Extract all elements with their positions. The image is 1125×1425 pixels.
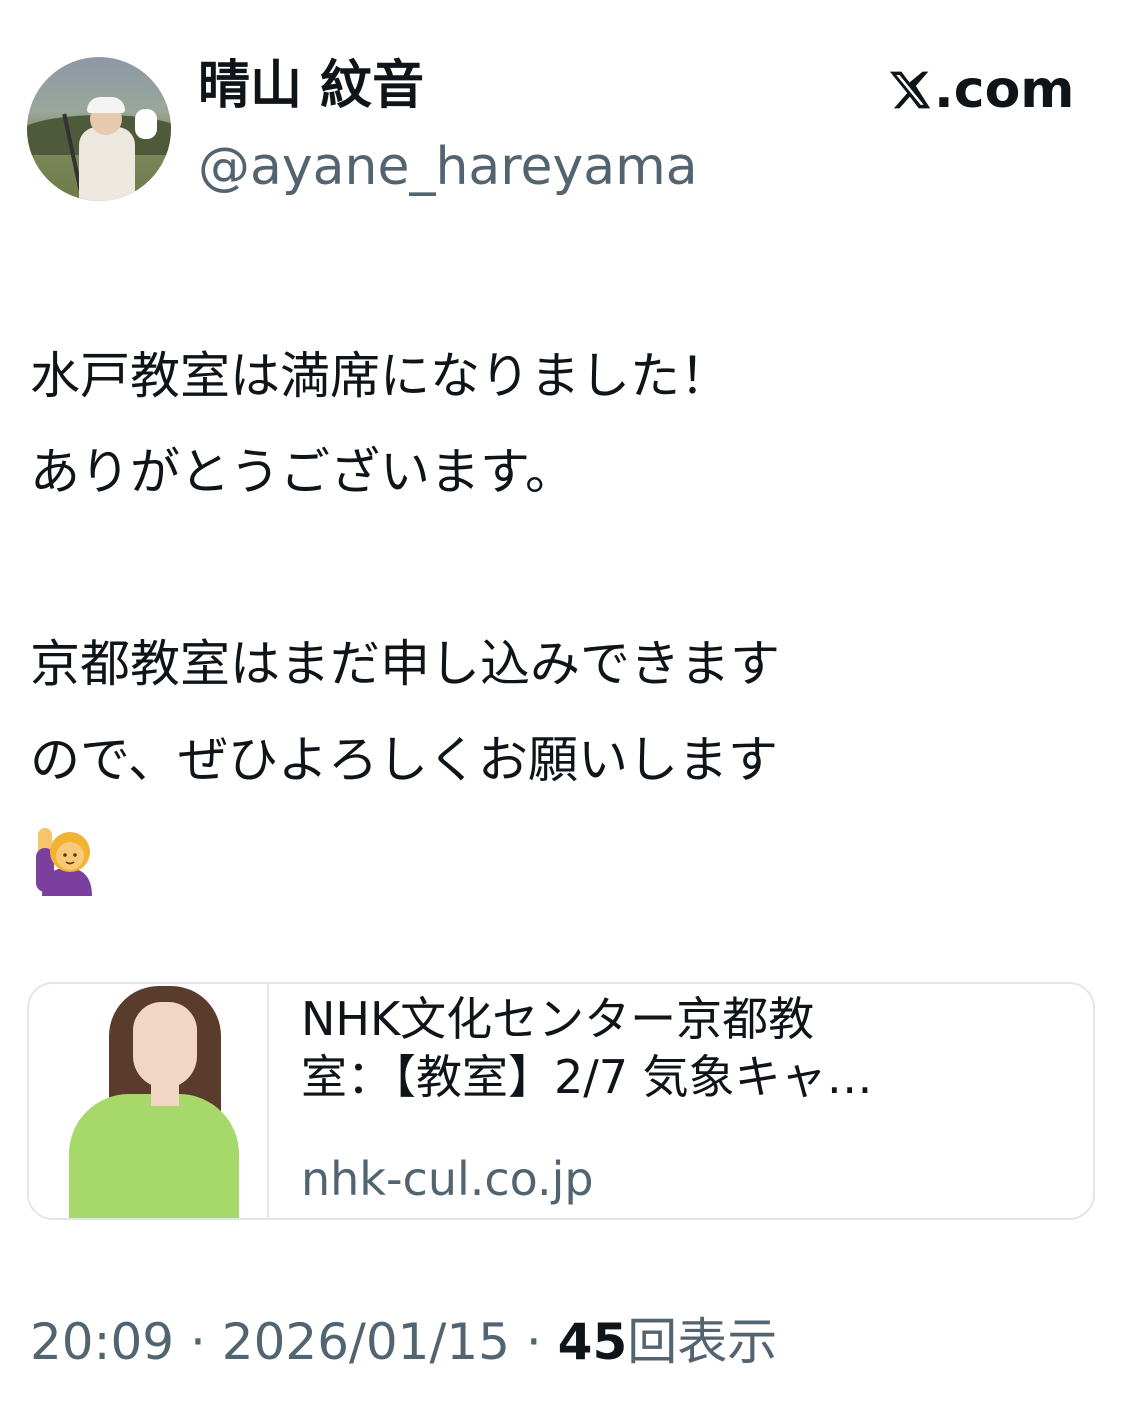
link-card-domain: nhk-cul.co.jp xyxy=(301,1152,594,1206)
author-display-name[interactable]: 晴山 紋音 xyxy=(198,54,424,118)
tweet-text: 水戸教室は満席になりました！ ありがとうございます。 京都教室はまだ申し込みでき… xyxy=(30,328,1095,808)
author-avatar[interactable] xyxy=(27,57,171,201)
x-logo-icon xyxy=(889,71,931,109)
views-label: 回表示 xyxy=(627,1313,778,1371)
tweet-time[interactable]: 20:09 xyxy=(30,1313,174,1371)
person-raising-hand-emoji xyxy=(36,828,92,896)
thumb-shirt xyxy=(69,1094,239,1218)
brand-label: .com xyxy=(934,60,1075,120)
avatar-person-body xyxy=(79,127,135,201)
link-card-title: NHK文化センター京都教 室：【教室】2/7 気象キャ… xyxy=(301,990,1061,1106)
link-card[interactable]: NHK文化センター京都教 室：【教室】2/7 気象キャ… nhk-cul.co.… xyxy=(27,982,1095,1220)
tweet-date[interactable]: 2026/01/15 xyxy=(222,1313,510,1371)
author-handle[interactable]: @ayane_hareyama xyxy=(198,135,698,199)
link-card-title-line: NHK文化センター京都教 xyxy=(301,992,815,1046)
tweet-meta: 20:09 · 2026/01/15 · 45回表示 xyxy=(30,1310,777,1374)
link-card-title-line: 室：【教室】2/7 気象キャ… xyxy=(301,1050,873,1104)
link-card-thumbnail xyxy=(29,984,269,1218)
views-count: 45 xyxy=(557,1313,628,1371)
tweet-line: 水戸教室は満席になりました！ xyxy=(30,347,730,405)
tweet-line: ありがとうございます。 xyxy=(30,443,575,501)
tweet-line: 京都教室はまだ申し込みできます xyxy=(30,635,780,693)
meta-separator: · xyxy=(174,1313,222,1371)
tweet-line: ので、ぜひよろしくお願いします xyxy=(30,731,778,789)
brand-x-com: .com xyxy=(888,58,1075,122)
thumb-face xyxy=(133,1002,197,1088)
avatar-person-cap xyxy=(87,97,125,113)
avatar-glove xyxy=(135,109,157,139)
meta-separator: · xyxy=(509,1313,558,1371)
